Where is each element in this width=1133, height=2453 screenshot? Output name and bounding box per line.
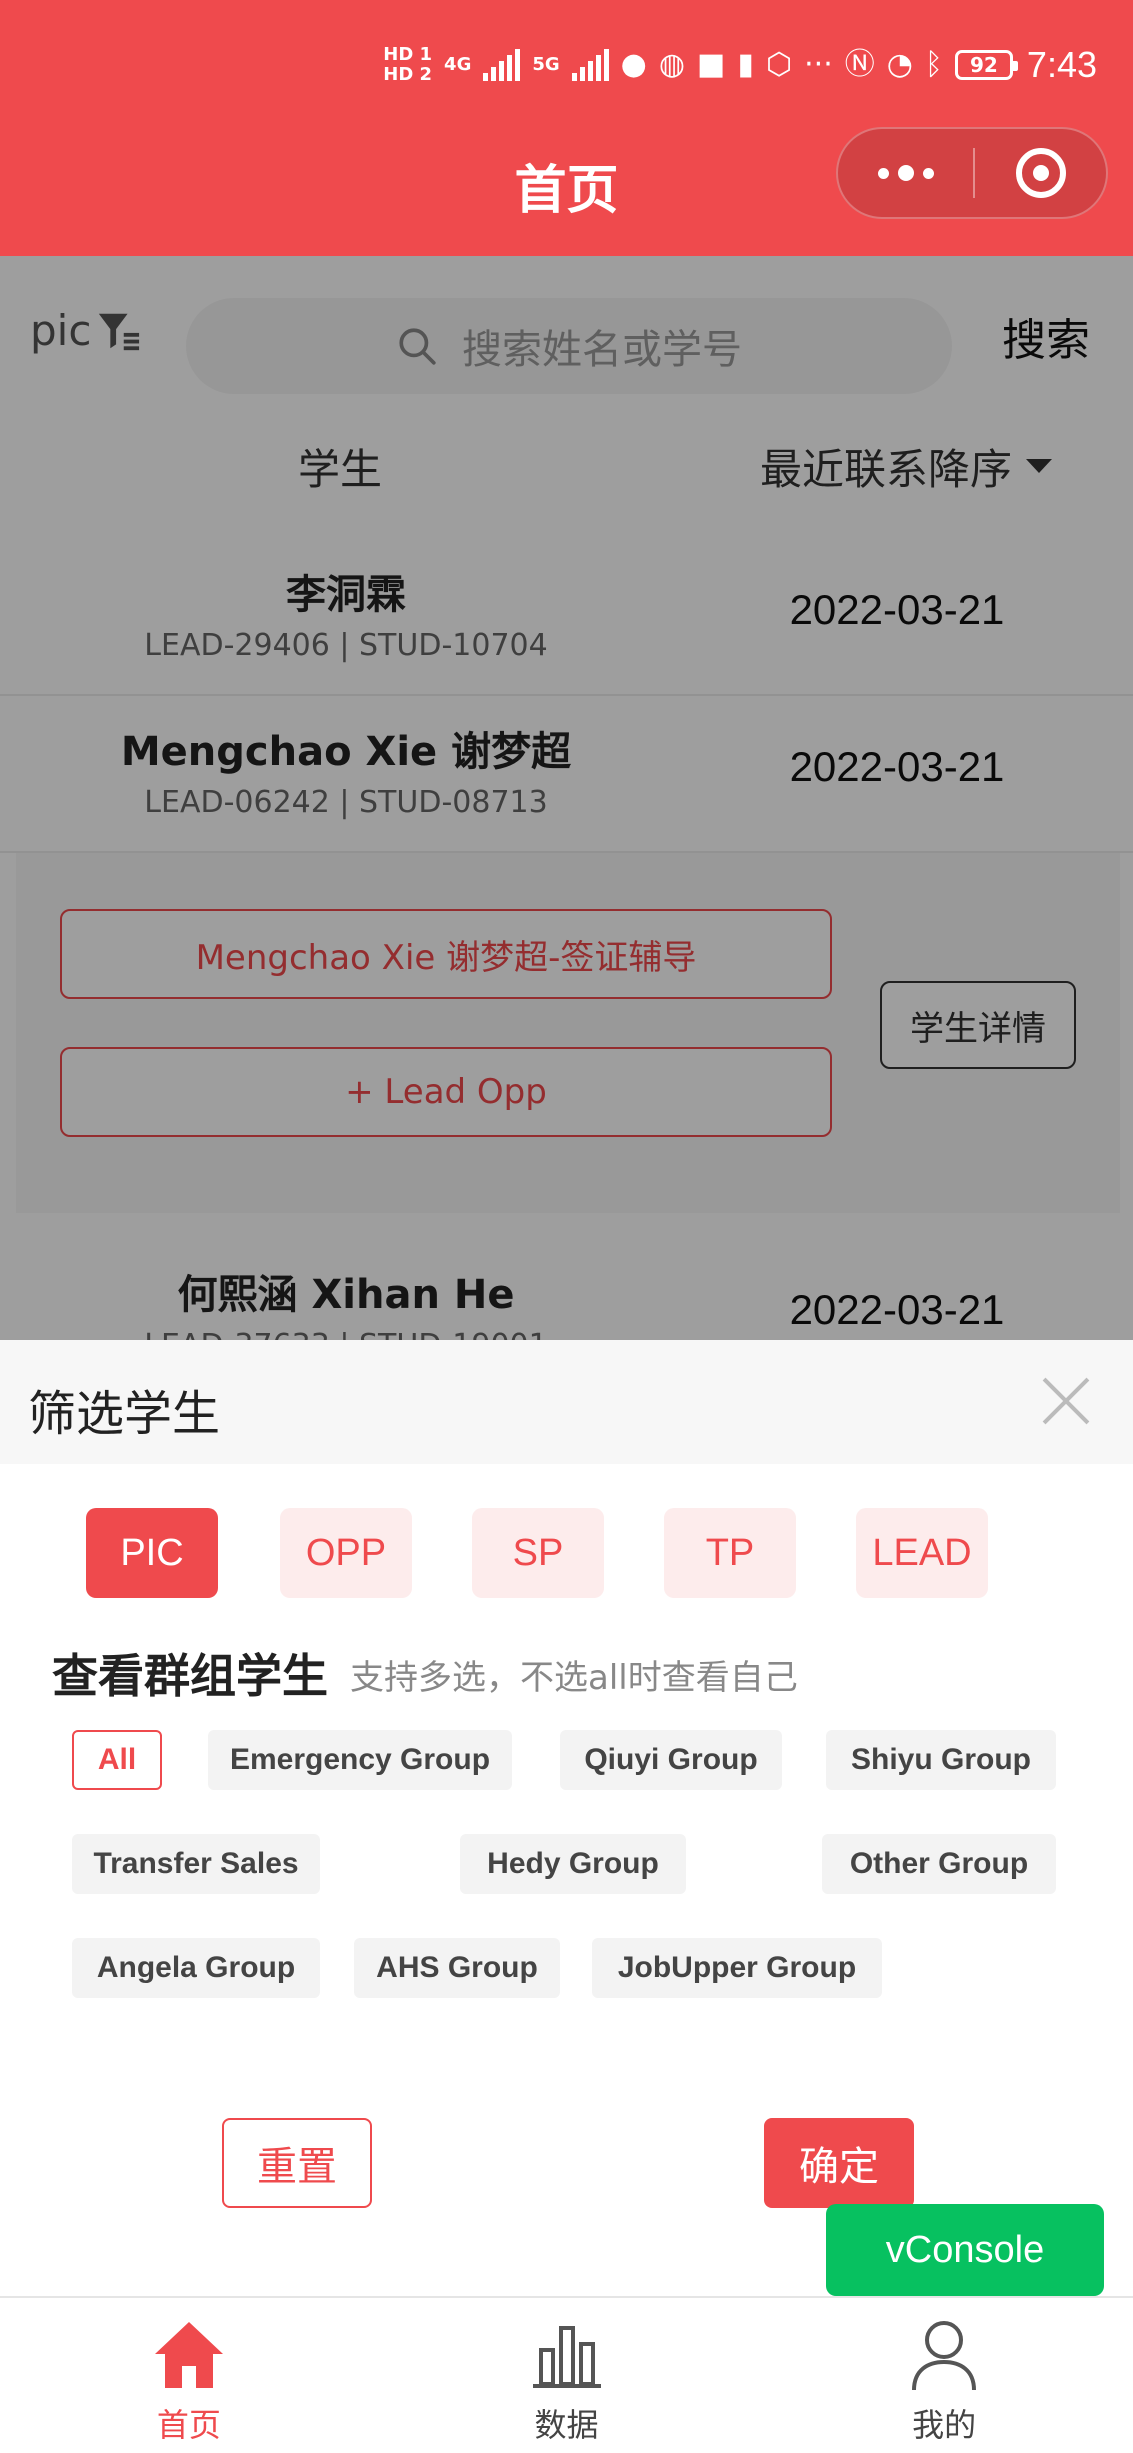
nfc-icon: Ⓝ (844, 47, 875, 82)
group-chip-qiuyi[interactable]: Qiuyi Group (560, 1730, 782, 1790)
group-chip-jobupper[interactable]: JobUpper Group (592, 1938, 882, 1998)
type-tab-sp[interactable]: SP (472, 1508, 604, 1598)
reset-button[interactable]: 重置 (222, 2118, 372, 2208)
signal-1-icon (483, 49, 521, 81)
vconsole-button[interactable]: vConsole (826, 2204, 1104, 2296)
close-icon[interactable] (1040, 1376, 1090, 1426)
user-icon (912, 2321, 977, 2391)
overflow-icon: ··· (804, 47, 833, 82)
dot-icon (877, 167, 889, 179)
group-chip-other[interactable]: Other Group (822, 1834, 1056, 1894)
tab-home[interactable]: 首页 (0, 2298, 378, 2453)
type-tab-pic[interactable]: PIC (86, 1508, 218, 1598)
group-chip-angela[interactable]: Angela Group (72, 1938, 320, 1998)
bar-chart-icon (532, 2326, 601, 2388)
tab-home-label: 首页 (156, 2406, 221, 2444)
home-icon (154, 2322, 223, 2388)
bottom-tab-bar: 首页 数据 我的 (0, 2296, 1133, 2453)
battery-level: 92 (970, 53, 998, 77)
sim-2-label: HD 2 (383, 64, 433, 85)
alarm-icon: ◔ (886, 47, 913, 82)
status-bar: HD 1 HD 2 4G 5G ● ◍ ■ ▮ ⬡ ··· Ⓝ ◔ ᛒ 92 7… (383, 30, 1097, 100)
group-chip-emergency[interactable]: Emergency Group (208, 1730, 512, 1790)
dot-icon (922, 167, 934, 179)
battery-icon: 92 (954, 50, 1018, 80)
group-chip-all[interactable]: All (72, 1730, 162, 1790)
chat-bubble-icon: ● (620, 47, 647, 82)
group-chip-ahs[interactable]: AHS Group (354, 1938, 560, 1998)
tab-profile-label: 我的 (912, 2406, 977, 2444)
miniprogram-capsule (836, 127, 1108, 219)
confirm-button[interactable]: 确定 (764, 2118, 914, 2208)
signal-2-icon (571, 49, 609, 81)
dot-icon (897, 165, 914, 181)
more-options-button[interactable] (838, 129, 973, 217)
tab-data-label: 数据 (534, 2406, 599, 2444)
group-section-hint: 支持多选，不选all时查看自己 (350, 1658, 798, 1698)
app-header: HD 1 HD 2 4G 5G ● ◍ ■ ▮ ⬡ ··· Ⓝ ◔ ᛒ 92 7… (0, 0, 1133, 256)
network-type-2: 5G (532, 54, 560, 75)
dual-sim-indicator: HD 1 HD 2 (383, 45, 432, 85)
type-tab-tp[interactable]: TP (664, 1508, 796, 1598)
book-icon: ▮ (737, 47, 754, 82)
filter-sheet-header: 筛选学生 (0, 1340, 1133, 1464)
bluetooth-icon: ᛒ (924, 47, 943, 82)
network-type-1: 4G (444, 54, 472, 75)
tab-profile[interactable]: 我的 (755, 2298, 1133, 2453)
group-chip-hedy[interactable]: Hedy Group (460, 1834, 686, 1894)
close-miniprogram-button[interactable] (975, 148, 1106, 198)
filter-sheet: 筛选学生 PIC OPP SP TP LEAD 查看群组学生 支持多选，不选al… (0, 1340, 1133, 2296)
target-icon (1015, 148, 1066, 198)
group-chip-shiyu[interactable]: Shiyu Group (826, 1730, 1056, 1790)
ball-icon: ◍ (658, 47, 686, 82)
filter-sheet-title: 筛选学生 (28, 1386, 221, 1442)
group-section-title: 查看群组学生 (52, 1649, 328, 1703)
type-tab-opp[interactable]: OPP (280, 1508, 412, 1598)
hexagon-icon: ⬡ (765, 47, 793, 82)
app-notification-icon: ■ (697, 47, 726, 82)
group-chip-transfer-sales[interactable]: Transfer Sales (72, 1834, 320, 1894)
type-tab-lead[interactable]: LEAD (856, 1508, 988, 1598)
tab-data[interactable]: 数据 (378, 2298, 756, 2453)
sim-1-label: HD 1 (383, 44, 433, 65)
clock: 7:43 (1026, 44, 1097, 85)
modal-overlay[interactable] (0, 256, 1133, 1340)
